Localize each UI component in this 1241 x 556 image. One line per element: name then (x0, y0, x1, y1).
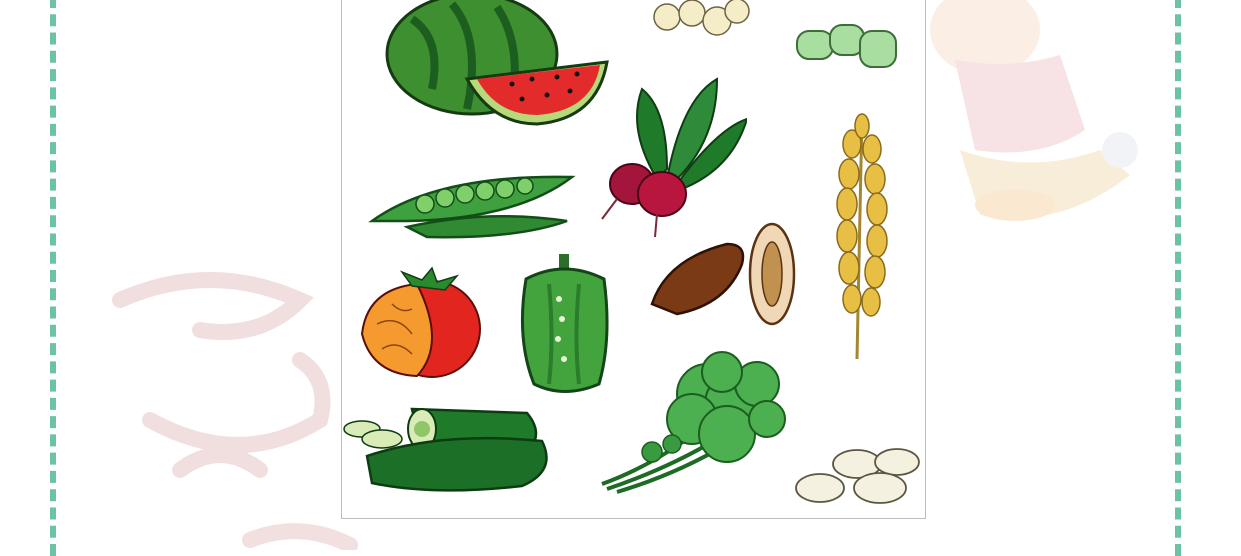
fava-beans-icon (796, 24, 897, 68)
white-beans-icon (795, 448, 920, 504)
tomato-icon (360, 266, 481, 378)
radish-icon (601, 77, 747, 238)
parsley-icon (601, 351, 786, 494)
chickpeas-icon (653, 0, 750, 36)
vegetables-illustration (341, 0, 926, 519)
cucumber-icon (343, 407, 548, 492)
peas-icon (368, 175, 576, 239)
date-icon (650, 222, 796, 326)
watermelon-icon (385, 0, 609, 126)
wheat-icon (836, 113, 888, 360)
